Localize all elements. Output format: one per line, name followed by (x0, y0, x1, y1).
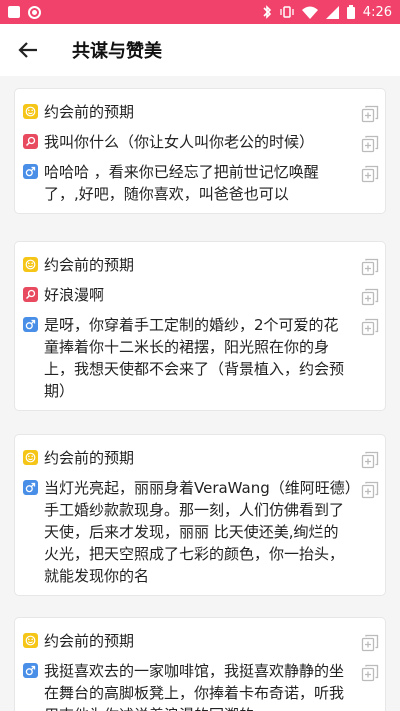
copy-button[interactable] (361, 258, 379, 276)
dialog-line: 当灯光亮起，丽丽身着VeraWang（维阿旺德）手工婚纱款款现身。那一刻，人们仿… (15, 477, 385, 587)
copy-button[interactable] (361, 451, 379, 469)
dialog-text: 是呀，你穿着手工定制的婚纱，2个可爱的花童捧着你十二米长的裙摆，阳光照在你的身上… (44, 316, 345, 400)
female-icon (23, 287, 38, 302)
copy-button[interactable] (361, 318, 379, 336)
copy-icon (361, 634, 379, 652)
copy-button[interactable] (361, 634, 379, 652)
copy-icon (361, 135, 379, 153)
smile-icon (23, 633, 38, 648)
dialog-text: 约会前的预期 (44, 449, 135, 467)
copy-button[interactable] (361, 288, 379, 306)
bluetooth-icon (263, 5, 271, 19)
dialog-text: 当灯光亮起，丽丽身着VeraWang（维阿旺德）手工婚纱款款现身。那一刻，人们仿… (44, 479, 353, 585)
script-card: 约会前的预期当灯光亮起，丽丽身着VeraWang（维阿旺德）手工婚纱款款现身。那… (14, 434, 386, 596)
dialog-line: 是呀，你穿着手工定制的婚纱，2个可爱的花童捧着你十二米长的裙摆，阳光照在你的身上… (15, 314, 385, 402)
status-bar: 4:26 (0, 0, 400, 24)
copy-icon (361, 258, 379, 276)
copy-button[interactable] (361, 165, 379, 183)
wifi-icon (301, 6, 318, 19)
female-icon (23, 134, 38, 149)
male-icon (23, 480, 38, 495)
smile-icon (23, 104, 38, 119)
dialog-line: 我叫你什么（你让女人叫你老公的时候） (15, 131, 385, 153)
app-bar: 共谋与赞美 (0, 24, 400, 76)
copy-button[interactable] (361, 135, 379, 153)
page-title: 共谋与赞美 (72, 41, 162, 62)
script-list[interactable]: 约会前的预期 我叫你什么（你让女人叫你老公的时候） 哈哈哈 ，看来你已经忘了把前世记… (0, 76, 400, 711)
smile-icon (23, 450, 38, 465)
copy-button[interactable] (361, 481, 379, 499)
script-card: 约会前的预期我叫你什么（你让女人叫你老公的时候） 哈哈哈 ，看来你已经忘了把前世记… (14, 88, 386, 214)
dialog-text: 好浪漫啊 (44, 286, 105, 304)
copy-button[interactable] (361, 105, 379, 123)
vibrate-icon (280, 6, 294, 18)
dialog-line: 我挺喜欢去的一家咖啡馆，我挺喜欢静静的坐在舞台的高脚板凳上，你捧着卡布奇诺，听我… (15, 660, 385, 711)
dialog-text: 我叫你什么（你让女人叫你老公的时候） (44, 133, 315, 151)
male-icon (23, 164, 38, 179)
dialog-text: 哈哈哈 ，看来你已经忘了把前世记忆唤醒了，,好吧，随你喜欢，叫爸爸也可以 (44, 163, 319, 203)
notification-record-icon (28, 5, 41, 19)
copy-button[interactable] (361, 664, 379, 682)
dialog-line: 好浪漫啊 (15, 284, 385, 306)
copy-icon (361, 318, 379, 336)
copy-icon (361, 288, 379, 306)
signal-icon (325, 5, 339, 19)
dialog-line: 约会前的预期 (15, 254, 385, 276)
copy-icon (361, 105, 379, 123)
copy-icon (361, 481, 379, 499)
smile-icon (23, 257, 38, 272)
script-card: 约会前的预期我挺喜欢去的一家咖啡馆，我挺喜欢静静的坐在舞台的高脚板凳上，你捧着卡… (14, 617, 386, 711)
dialog-line: 约会前的预期 (15, 447, 385, 469)
notification-square-icon (8, 6, 20, 18)
notification-icons (8, 5, 41, 19)
arrow-left-icon (18, 42, 37, 58)
copy-icon (361, 664, 379, 682)
dialog-text: 我挺喜欢去的一家咖啡馆，我挺喜欢静静的坐在舞台的高脚板凳上，你捧着卡布奇诺，听我… (44, 662, 345, 711)
dialog-text: 约会前的预期 (44, 103, 135, 121)
dialog-line: 约会前的预期 (15, 630, 385, 652)
copy-icon (361, 451, 379, 469)
dialog-text: 约会前的预期 (44, 256, 135, 274)
male-icon (23, 317, 38, 332)
male-icon (23, 663, 38, 678)
script-card: 约会前的预期 好浪漫啊是呀，你穿着手工定制的婚纱，2个可爱的花童捧着你十二米长的裙… (14, 241, 386, 411)
status-time: 4:26 (362, 4, 392, 20)
dialog-text: 约会前的预期 (44, 632, 135, 650)
system-icons: 4:26 (262, 5, 392, 20)
dialog-line: 约会前的预期 (15, 101, 385, 123)
dialog-line: 哈哈哈 ，看来你已经忘了把前世记忆唤醒了，,好吧，随你喜欢，叫爸爸也可以 (15, 161, 385, 205)
back-button[interactable] (14, 36, 42, 64)
copy-icon (361, 165, 379, 183)
battery-icon (346, 5, 355, 19)
